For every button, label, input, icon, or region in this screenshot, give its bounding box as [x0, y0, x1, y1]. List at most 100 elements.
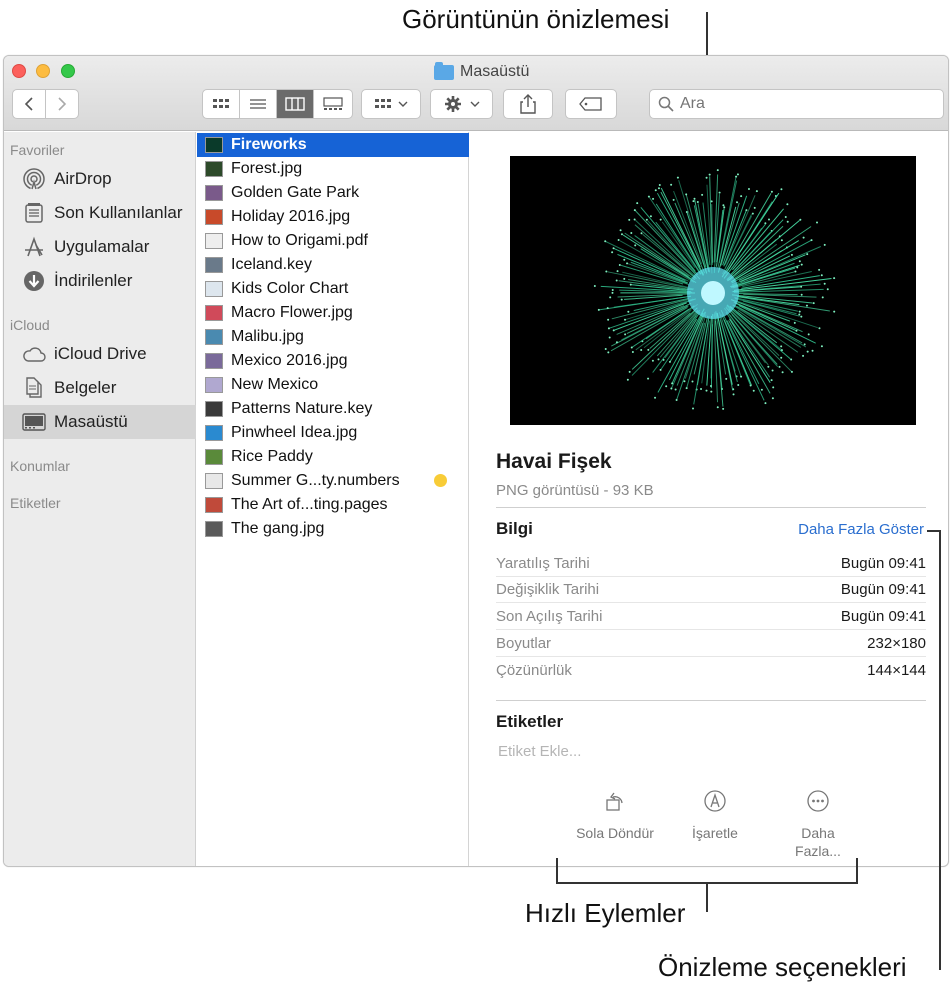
sidebar-item-desktop[interactable]: Masaüstü	[4, 405, 196, 439]
column-view-button[interactable]	[277, 90, 314, 118]
info-row: Değişiklik Tarihi Bugün 09:41	[496, 576, 926, 602]
info-value: 144×144	[867, 661, 926, 679]
file-name: Rice Paddy	[231, 448, 313, 465]
more-actions[interactable]: Daha Fazla...	[768, 788, 868, 860]
file-row[interactable]: New Mexico	[197, 373, 469, 397]
favorites-header: Favoriler	[10, 142, 65, 158]
tag-button[interactable]	[565, 89, 617, 119]
add-tag-field[interactable]: Etiket Ekle...	[498, 743, 581, 760]
info-key: Yaratılış Tarihi	[496, 554, 590, 572]
preview-pane: Havai Fişek PNG görüntüsü - 93 KB Bilgi …	[470, 132, 948, 866]
gear-icon	[444, 96, 461, 112]
rotate-left-action[interactable]: Sola Döndür	[565, 788, 665, 842]
info-value: Bugün 09:41	[840, 554, 926, 572]
file-name: Golden Gate Park	[231, 184, 360, 201]
sidebar-item-label: Masaüstü	[54, 412, 128, 431]
file-thumbnail-icon	[205, 305, 223, 321]
file-thumbnail-icon	[205, 521, 223, 537]
info-value: Bugün 09:41	[840, 580, 926, 598]
info-row: Son Açılış Tarihi Bugün 09:41	[496, 603, 926, 629]
sidebar-item-documents[interactable]: Belgeler	[4, 371, 196, 405]
file-name: How to Origami.pdf	[231, 232, 368, 249]
sidebar-item-applications[interactable]: Uygulamalar	[4, 230, 196, 264]
file-row[interactable]: Pinwheel Idea.jpg	[197, 421, 469, 445]
sidebar-item-icloud-drive[interactable]: iCloud Drive	[4, 337, 196, 371]
zoom-button[interactable]	[61, 64, 75, 78]
markup-action[interactable]: İşaretle	[665, 788, 765, 842]
file-row[interactable]: Mexico 2016.jpg	[197, 349, 469, 373]
sidebar-item-label: iCloud Drive	[54, 344, 147, 363]
forward-button[interactable]	[46, 90, 79, 118]
file-thumbnail-icon	[205, 137, 223, 153]
sidebar-item-recents[interactable]: Son Kullanılanlar	[4, 196, 196, 230]
firework-image	[593, 169, 836, 410]
sidebar-item-label: İndirilenler	[54, 271, 133, 290]
search-input[interactable]	[680, 95, 930, 113]
file-thumbnail-icon	[205, 473, 223, 489]
file-thumbnail-icon	[205, 329, 223, 345]
action-label: Fazla...	[795, 843, 841, 860]
sidebar-item-label: Uygulamalar	[54, 237, 150, 256]
file-name: Malibu.jpg	[231, 328, 304, 345]
cloud-icon	[22, 342, 46, 366]
search-field[interactable]	[649, 89, 944, 119]
file-row[interactable]: Patterns Nature.key	[197, 397, 469, 421]
file-thumbnail-icon	[205, 497, 223, 513]
file-row[interactable]: Holiday 2016.jpg	[197, 205, 469, 229]
view-mode-control	[202, 89, 353, 119]
info-key: Çözünürlük	[496, 661, 572, 679]
file-thumbnail-icon	[205, 353, 223, 369]
locations-header[interactable]: Konumlar	[10, 458, 70, 474]
preview-title: Havai Fişek	[496, 450, 612, 473]
file-thumbnail-icon	[205, 449, 223, 465]
back-button[interactable]	[13, 90, 46, 118]
file-row[interactable]: Malibu.jpg	[197, 325, 469, 349]
file-name: The gang.jpg	[231, 520, 325, 537]
columns-icon	[285, 97, 305, 111]
list-icon	[250, 99, 266, 109]
airdrop-icon	[22, 167, 46, 191]
file-name: Iceland.key	[231, 256, 312, 273]
icon-grid-icon	[213, 99, 229, 108]
divider	[496, 700, 926, 701]
group-button[interactable]	[361, 89, 421, 119]
tag-dot-icon	[434, 474, 447, 487]
callout-quick-bracket	[556, 858, 558, 884]
file-row[interactable]: Rice Paddy	[197, 445, 469, 469]
chevron-down-icon	[398, 101, 408, 107]
file-name: Forest.jpg	[231, 160, 303, 177]
action-button[interactable]	[430, 89, 493, 119]
file-row[interactable]: Macro Flower.jpg	[197, 301, 469, 325]
share-button[interactable]	[503, 89, 553, 119]
sidebar-item-downloads[interactable]: İndirilenler	[4, 264, 196, 298]
callout-quick-bracket	[856, 858, 858, 884]
file-row[interactable]: Iceland.key	[197, 253, 469, 277]
divider	[496, 507, 926, 508]
tags-header[interactable]: Etiketler	[10, 495, 61, 511]
file-thumbnail-icon	[205, 161, 223, 177]
applications-icon	[22, 235, 46, 259]
file-row[interactable]: The Art of...ting.pages	[197, 493, 469, 517]
gallery-view-button[interactable]	[314, 90, 351, 118]
file-row[interactable]: Fireworks	[197, 133, 469, 157]
file-row[interactable]: The gang.jpg	[197, 517, 469, 541]
file-row[interactable]: Golden Gate Park	[197, 181, 469, 205]
file-name: Summer G...ty.numbers	[231, 472, 400, 489]
file-row[interactable]: How to Origami.pdf	[197, 229, 469, 253]
title-bar: Masaüstü	[4, 56, 948, 131]
file-thumbnail-icon	[205, 185, 223, 201]
minimize-button[interactable]	[36, 64, 50, 78]
file-row[interactable]: Summer G...ty.numbers	[197, 469, 469, 493]
rotate-left-icon	[606, 792, 623, 811]
file-name: Mexico 2016.jpg	[231, 352, 348, 369]
show-more-link[interactable]: Daha Fazla Göster	[798, 521, 924, 538]
icon-view-button[interactable]	[203, 90, 240, 118]
file-list-column: Fireworks Forest.jpg Golden Gate Park Holid…	[197, 132, 469, 866]
file-row[interactable]: Forest.jpg	[197, 157, 469, 181]
file-row[interactable]: Kids Color Chart	[197, 277, 469, 301]
list-view-button[interactable]	[240, 90, 277, 118]
sidebar-item-airdrop[interactable]: AirDrop	[4, 162, 196, 196]
close-button[interactable]	[12, 64, 26, 78]
chevron-left-icon	[24, 97, 33, 111]
file-thumbnail-icon	[205, 209, 223, 225]
